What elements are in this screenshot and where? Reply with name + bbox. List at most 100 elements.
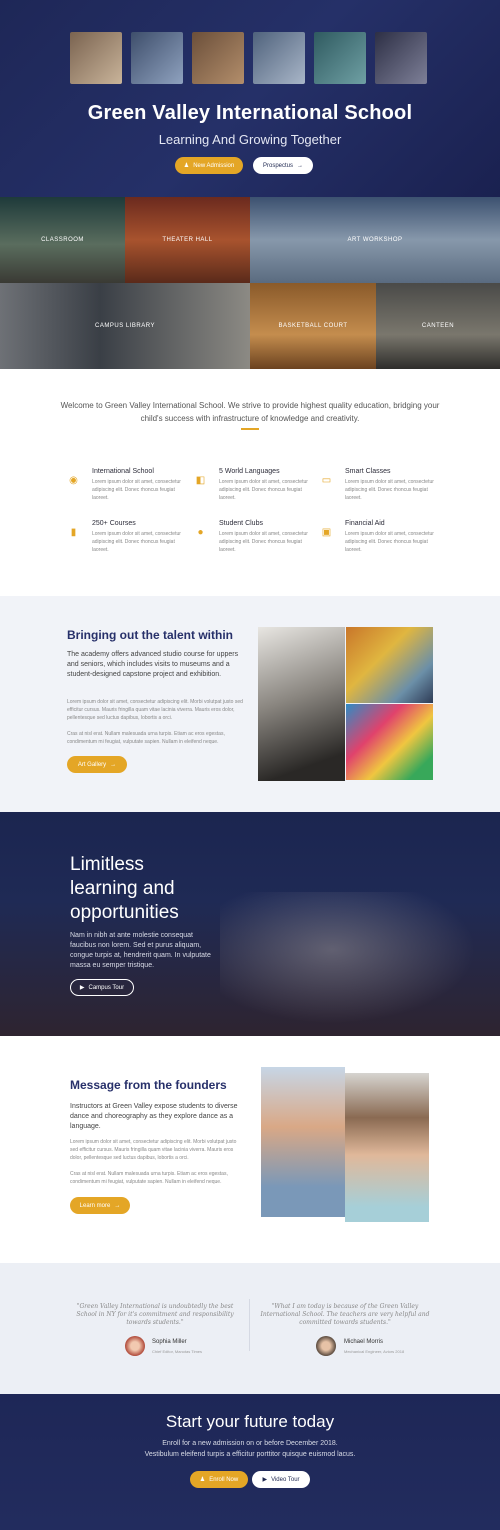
founders-title: Message from the founders (70, 1078, 227, 1092)
tile-library-label: CAMPUS LIBRARY (95, 323, 155, 329)
avatar-michael (316, 1336, 336, 1356)
founder-photo-man (261, 1067, 345, 1217)
tile-theater[interactable]: THEATER HALL (125, 197, 250, 283)
new-admission-label: New Admission (193, 162, 235, 169)
thumb-girl-laptop (131, 32, 183, 84)
founder-photo-woman (345, 1073, 429, 1222)
arrow-right-icon: → (110, 761, 117, 768)
testimonial-role-2: Mechanical Engineer, Aviors 2018 (344, 1349, 405, 1354)
play-icon: ▶ (262, 1477, 268, 1483)
laptop-icon: ▭ (321, 475, 332, 486)
book-icon: ▮ (70, 527, 77, 538)
tile-basketball-label: BASKETBALL COURT (278, 323, 348, 329)
thumb-basketball (192, 32, 244, 84)
welcome-intro: Welcome to Green Valley International Sc… (60, 401, 440, 423)
prospectus-button[interactable]: Prospectus → (253, 157, 313, 174)
user-icon: ♟ (199, 1477, 206, 1483)
feature-desc: Lorem ipsum dolor sit amet, consectetur … (345, 479, 434, 501)
hero-thumbnails (70, 32, 427, 84)
testimonial-name-2: Michael Morris (344, 1339, 384, 1345)
talent-lead: The academy offers advanced studio cours… (67, 651, 239, 678)
accent-divider (241, 428, 259, 430)
talent-title: Bringing out the talent within (67, 628, 233, 642)
language-icon: ◧ (195, 475, 206, 486)
play-icon: ▶ (79, 985, 85, 991)
enroll-now-button[interactable]: ♟ Enroll Now (190, 1471, 248, 1488)
testimonial-name-1: Sophia Miller (152, 1339, 187, 1345)
feature-desc: Lorem ipsum dolor sit amet, consectetur … (219, 531, 308, 553)
arrow-right-icon: → (114, 1202, 121, 1209)
perf-text: Nam in nibh at ante molestie consequat f… (70, 932, 211, 969)
learn-more-label: Learn more (79, 1202, 111, 1209)
feature-title: Financial Aid (345, 520, 385, 527)
art-gallery-button[interactable]: Art Gallery → (67, 756, 127, 773)
tile-classroom[interactable]: CLASSROOM (0, 197, 125, 283)
feature-desc: Lorem ipsum dolor sit amet, consectetur … (345, 531, 434, 553)
video-tour-label: Video Tour (271, 1476, 300, 1483)
tile-canteen-label: CANTEEN (421, 323, 455, 329)
learn-more-button[interactable]: Learn more → (70, 1197, 130, 1214)
school-tagline: Learning And Growing Together (158, 132, 342, 147)
testimonial-quote-2: "What I am today is because of the Green… (260, 1303, 430, 1326)
feature-title: 5 World Languages (219, 468, 280, 475)
founders-paragraph-2: Cras at nisl erat. Nullam malesuada urna… (70, 1171, 228, 1185)
tile-basketball[interactable]: BASKETBALL COURT (250, 283, 376, 369)
globe-icon: ◉ (69, 475, 78, 486)
tile-art-label: ART WORKSHOP (347, 237, 403, 243)
cta-line-2: Vestibulum eleifend turpis a efficitur p… (144, 1451, 356, 1458)
tile-classroom-label: CLASSROOM (41, 237, 84, 243)
feature-title: 250+ Courses (92, 520, 136, 527)
money-icon: ▣ (321, 527, 332, 538)
testimonial-quote-1: "Green Valley International is undoubted… (76, 1303, 234, 1326)
school-title: Green Valley International School (87, 102, 413, 124)
arrow-right-icon: → (297, 162, 303, 169)
perf-title-line-1: Limitless (70, 854, 144, 875)
stage-dancers-image (220, 892, 500, 1036)
art-gallery-label: Art Gallery (77, 761, 107, 768)
cta-line-1: Enroll for a new admission on or before … (162, 1440, 338, 1447)
art-image-sculpture (258, 627, 345, 781)
talent-paragraph-2: Cras at nisl erat. Nullam malesuada urna… (67, 731, 225, 745)
talent-paragraph-1: Lorem ipsum dolor sit amet, consectetur … (67, 699, 243, 721)
founders-section: Message from the founders Instructors at… (0, 1036, 500, 1263)
founders-lead: Instructors at Green Valley expose stude… (70, 1103, 238, 1130)
art-image-painting (346, 627, 433, 703)
feature-desc: Lorem ipsum dolor sit amet, consectetur … (92, 479, 181, 501)
campus-tour-button[interactable]: ▶ Campus Tour (70, 979, 134, 996)
testimonial-divider (249, 1299, 250, 1351)
user-icon: ♟ (183, 163, 190, 169)
new-admission-button[interactable]: ♟ New Admission (175, 157, 243, 174)
founders-paragraph-1: Lorem ipsum dolor sit amet, consectetur … (70, 1139, 237, 1161)
thumb-student-reading (70, 32, 122, 84)
thumb-computer-lab (375, 32, 427, 84)
performance-section: Limitless learning and opportunities Nam… (0, 812, 500, 1036)
tile-theater-label: THEATER HALL (162, 237, 213, 243)
feature-title: Student Clubs (219, 520, 263, 527)
talent-section: Bringing out the talent within The acade… (0, 596, 500, 812)
tile-canteen[interactable]: CANTEEN (376, 283, 500, 369)
hero-section: Green Valley International School Learni… (0, 0, 500, 197)
testimonial-role-1: Chief Editor, Manotas Times (152, 1349, 203, 1354)
prospectus-label: Prospectus (262, 162, 293, 169)
feature-desc: Lorem ipsum dolor sit amet, consectetur … (219, 479, 308, 501)
thumb-student-group (253, 32, 305, 84)
testimonials-section: "Green Valley International is undoubted… (0, 1263, 500, 1394)
thumb-chalkboard (314, 32, 366, 84)
welcome-section: Welcome to Green Valley International Sc… (0, 369, 500, 596)
art-image-graffiti (346, 704, 433, 780)
enroll-now-label: Enroll Now (209, 1476, 239, 1483)
campus-tour-label: Campus Tour (88, 984, 125, 991)
cta-section: Start your future today Enroll for a new… (0, 1394, 500, 1530)
tile-art-workshop[interactable]: ART WORKSHOP (250, 197, 500, 283)
feature-title: Smart Classes (345, 468, 391, 475)
perf-title-line-3: opportunities (70, 902, 179, 923)
feature-desc: Lorem ipsum dolor sit amet, consectetur … (92, 531, 181, 553)
cta-title: Start your future today (165, 1412, 335, 1431)
perf-title-line-2: learning and (70, 878, 175, 899)
feature-title: International School (92, 468, 154, 475)
tile-library[interactable]: CAMPUS LIBRARY (0, 283, 250, 369)
ball-icon: ● (197, 527, 204, 538)
avatar-sophia (125, 1336, 145, 1356)
video-tour-button[interactable]: ▶ Video Tour (252, 1471, 310, 1488)
facilities-grid: CLASSROOM THEATER HALL ART WORKSHOP CAMP… (0, 197, 500, 369)
